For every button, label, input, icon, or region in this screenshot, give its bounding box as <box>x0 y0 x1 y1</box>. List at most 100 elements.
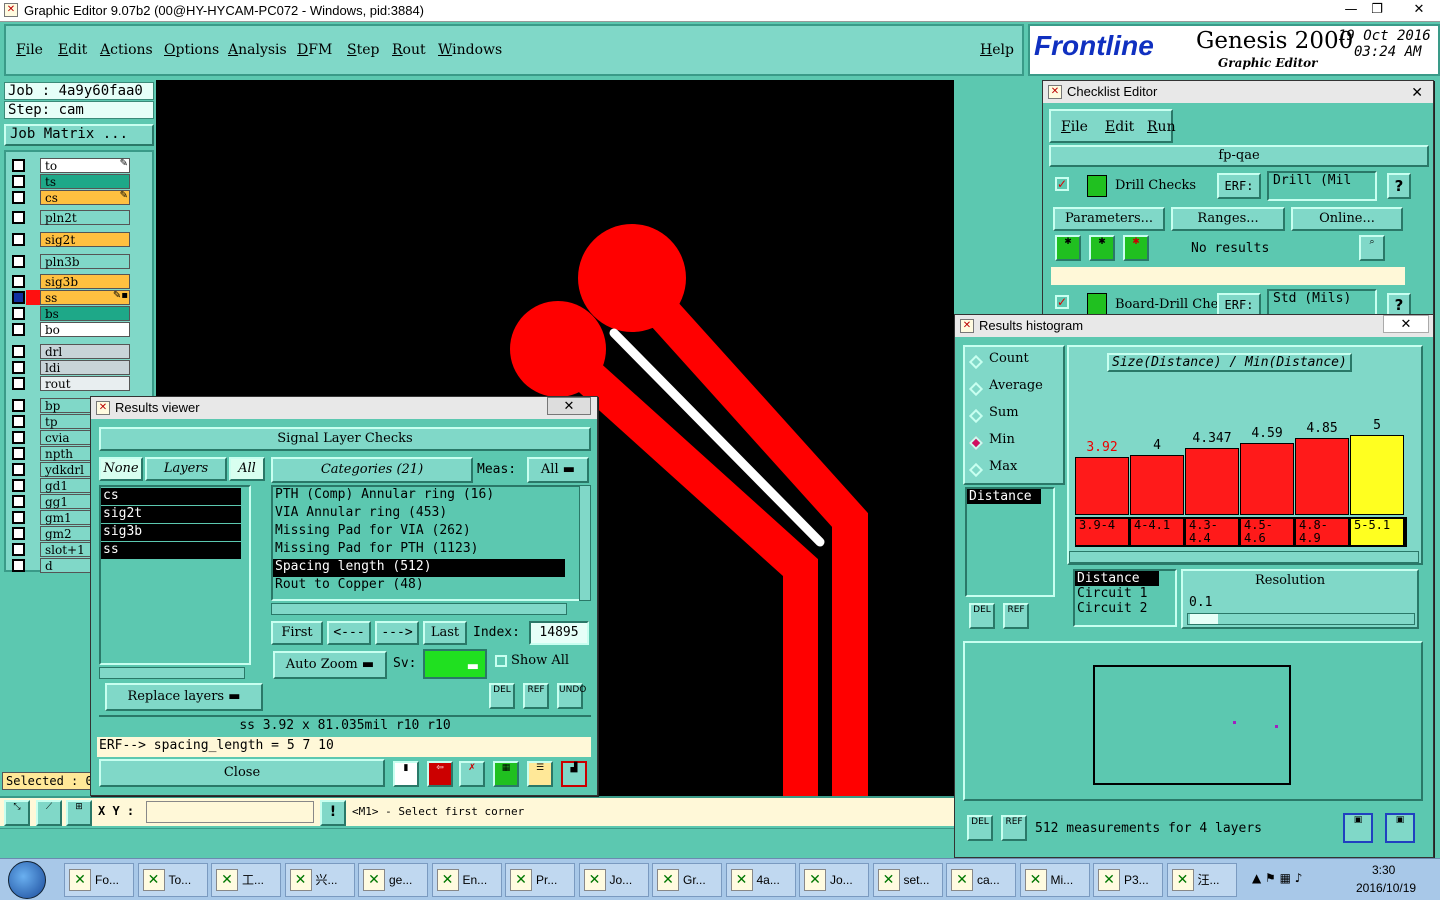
histogram-bar[interactable] <box>1240 443 1294 515</box>
job-matrix-button[interactable]: Job Matrix ... <box>4 124 154 146</box>
drill-erf-button[interactable]: ERF: <box>1217 173 1261 199</box>
taskbar-item[interactable]: ✕ Gr... <box>652 863 722 897</box>
layer-row[interactable]: bo <box>12 322 130 337</box>
layer-row[interactable]: pln2t <box>12 210 130 225</box>
mode-radio-min[interactable] <box>968 435 984 451</box>
tray-icons[interactable]: ▲ ⚑ ▦ ♪ <box>1252 871 1302 885</box>
layer-name[interactable]: ts <box>40 174 130 189</box>
mode-radio-count[interactable] <box>968 354 984 370</box>
taskbar-item[interactable]: ✕ 4a... <box>725 863 796 897</box>
drill-help-button[interactable]: ? <box>1387 173 1411 199</box>
histogram-bar[interactable] <box>1185 448 1239 515</box>
tray-date[interactable]: 2016/10/19 <box>1356 881 1416 895</box>
report-icon[interactable]: ☰ <box>527 761 553 787</box>
layer-row[interactable]: ts <box>12 174 130 189</box>
mode-radio-sum[interactable] <box>968 408 984 424</box>
mode-label-sum[interactable]: Sum <box>989 405 1019 420</box>
ranges-button[interactable]: Ranges... <box>1171 207 1285 231</box>
drill-erf-value[interactable]: Drill (Mil <box>1267 171 1377 201</box>
taskbar-item[interactable]: ✕ 工... <box>211 863 281 897</box>
field-item[interactable]: Distance <box>967 489 1041 504</box>
layer-list[interactable]: cs sig2t sig3b ss <box>99 485 251 665</box>
layer-checkbox[interactable] <box>12 291 25 304</box>
sv-color-dropdown[interactable]: ▬ <box>423 649 487 679</box>
slider-thumb[interactable] <box>1190 614 1218 624</box>
mode-radio-max[interactable] <box>968 462 984 478</box>
taskbar-item[interactable]: ✕ En... <box>431 863 502 897</box>
category-item[interactable]: Missing Pad for PTH (1123) <box>273 541 565 559</box>
menu-help[interactable]: Help <box>980 42 1014 58</box>
rh-del-button-2[interactable]: DEL <box>967 815 993 841</box>
replace-layers-dropdown[interactable]: Replace layers ▬ <box>105 683 263 711</box>
taskbar-item[interactable]: ✕ 兴... <box>284 863 355 897</box>
layer-row[interactable]: to ✎ <box>12 158 130 173</box>
show-all-checkbox[interactable] <box>495 655 507 667</box>
category-vscroll[interactable] <box>579 485 591 601</box>
layer-checkbox[interactable] <box>12 255 25 268</box>
layer-name[interactable]: drl <box>40 344 130 359</box>
taskbar-item[interactable]: ✕ ca... <box>946 863 1016 897</box>
layers-all-button[interactable]: All <box>229 457 265 481</box>
layer-checkbox[interactable] <box>12 447 25 460</box>
layer-row[interactable]: bs <box>12 306 130 321</box>
category-hscroll[interactable] <box>271 603 567 615</box>
layer-row[interactable]: sig2t <box>12 232 130 247</box>
category-item[interactable]: VIA Annular ring (453) <box>273 505 565 523</box>
prev-button[interactable]: <--- <box>327 621 371 645</box>
layer-checkbox[interactable] <box>12 559 25 572</box>
import-icon[interactable]: ▣ <box>1385 813 1415 843</box>
menu-windows[interactable]: Windows <box>438 42 502 58</box>
ce-close-icon[interactable]: ✕ <box>1411 81 1423 103</box>
layer-checkbox[interactable] <box>12 307 25 320</box>
categories-button[interactable]: Categories (21) <box>271 457 473 483</box>
histogram-bar[interactable] <box>1295 438 1349 515</box>
green-grid-icon[interactable]: ▦ <box>493 761 519 787</box>
attr-item-distance[interactable]: Distance <box>1075 571 1159 586</box>
rh-del-button[interactable]: DEL <box>969 603 995 629</box>
chart-hscroll[interactable] <box>1069 551 1419 563</box>
layer-checkbox[interactable] <box>12 399 25 412</box>
taskbar-item[interactable]: ✕ ge... <box>358 863 428 897</box>
mode-label-min[interactable]: Min <box>989 432 1015 447</box>
warning-icon[interactable]: ! <box>320 800 346 826</box>
start-button[interactable] <box>8 861 46 899</box>
layer-checkbox[interactable] <box>12 191 25 204</box>
category-item[interactable]: Missing Pad for VIA (262) <box>273 523 565 541</box>
ce-menu-file[interactable]: File <box>1061 119 1088 135</box>
resolution-slider[interactable] <box>1187 613 1415 625</box>
layer-list-item[interactable]: cs <box>101 488 241 505</box>
rv-ref-button[interactable]: REF <box>523 683 549 709</box>
rv-undo-button[interactable]: UNDO <box>557 683 586 709</box>
histogram-bar[interactable] <box>1130 455 1184 515</box>
layer-row[interactable]: ldi <box>12 360 130 375</box>
menu-analysis[interactable]: Analysis <box>228 42 287 58</box>
category-item[interactable]: Spacing length (512) <box>273 559 565 577</box>
rh-ref-button-2[interactable]: REF <box>1001 815 1027 841</box>
board-drill-erf-value[interactable]: Std (Mils) <box>1267 289 1377 317</box>
layer-checkbox[interactable] <box>12 463 25 476</box>
category-item[interactable]: Rout to Copper (48) <box>273 577 565 595</box>
layer-name[interactable]: bs <box>40 306 130 321</box>
field-list[interactable]: Distance <box>965 487 1055 597</box>
index-input[interactable]: 14895 <box>529 621 589 645</box>
last-button[interactable]: Last <box>423 621 467 645</box>
histogram-bar[interactable] <box>1350 435 1404 515</box>
layer-name[interactable]: cs <box>40 190 130 205</box>
mode-label-average[interactable]: Average <box>989 378 1043 393</box>
meas-dropdown[interactable]: All ▬ <box>527 457 589 483</box>
layer-checkbox[interactable] <box>12 511 25 524</box>
layer-name[interactable]: sig2t <box>40 232 130 247</box>
layer-row[interactable]: pln3b <box>12 254 130 269</box>
measure-icon[interactable]: ⟋ <box>36 800 62 826</box>
layer-checkbox[interactable] <box>12 233 25 246</box>
taskbar-item[interactable]: ✕ set... <box>872 863 943 897</box>
layer-list-item[interactable]: sig2t <box>101 506 241 523</box>
layer-checkbox[interactable] <box>12 323 25 336</box>
layer-row[interactable]: cs ✎ <box>12 190 130 205</box>
online-button[interactable]: Online... <box>1291 207 1403 231</box>
layers-none-button[interactable]: None <box>99 457 143 481</box>
layer-checkbox[interactable] <box>12 543 25 556</box>
attr-item-circuit1[interactable]: Circuit 1 <box>1075 586 1175 601</box>
menu-step[interactable]: Step <box>347 42 379 58</box>
zoom-fit-icon[interactable]: ⤡ <box>4 800 30 826</box>
